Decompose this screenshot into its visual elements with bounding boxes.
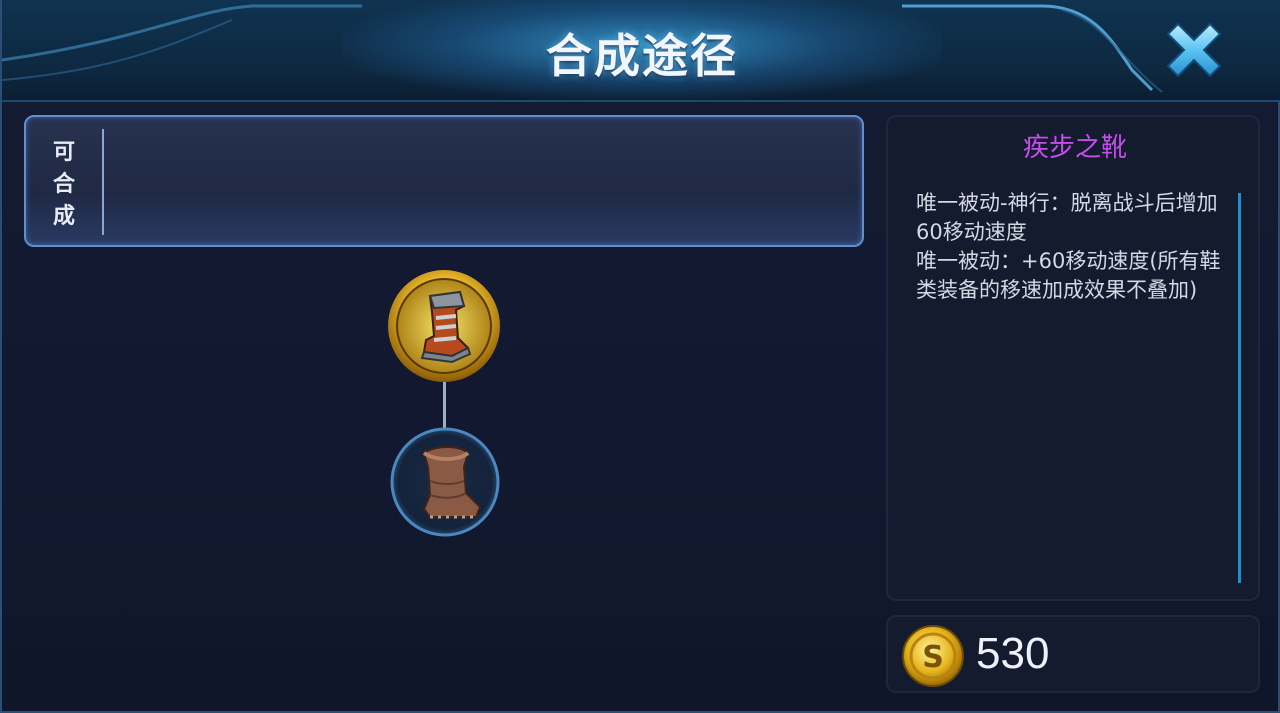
description-scrollbar[interactable]	[1238, 193, 1241, 583]
close-icon	[1166, 22, 1222, 78]
item-node-swift-boots[interactable]	[386, 268, 502, 384]
description-line: 唯一被动-神行：脱离战斗后增加60移动速度	[916, 191, 1218, 244]
close-button[interactable]	[1158, 14, 1230, 86]
price-value: 530	[976, 629, 1050, 678]
swift-boots-icon	[388, 270, 500, 382]
item-description: 唯一被动-神行：脱离战斗后增加60移动速度 唯一被动：+60移动速度(所有鞋类装…	[916, 189, 1236, 305]
item-info-panel: 疾步之靴 唯一被动-神行：脱离战斗后增加60移动速度 唯一被动：+60移动速度(…	[886, 115, 1260, 601]
description-line: 唯一被动：+60移动速度(所有鞋类装备的移速加成效果不叠加)	[916, 249, 1221, 302]
header-bar: 合成途径	[2, 0, 1280, 102]
item-name: 疾步之靴	[1022, 133, 1127, 163]
svg-text:S: S	[922, 640, 944, 675]
gold-coin-icon: S	[902, 625, 964, 687]
divider	[102, 129, 104, 235]
price-panel: S 530	[886, 615, 1260, 693]
tree-connector-line	[443, 382, 446, 430]
item-node-basic-boots[interactable]	[390, 427, 500, 537]
label-char: 合	[52, 172, 75, 197]
label-char: 可	[52, 140, 75, 165]
basic-boots-icon	[390, 427, 500, 537]
item-synthesis-screen: 合成途径 可 合 成 疾步之靴 唯一被动-神行：脱离战斗后增加60移动速度 唯一…	[0, 0, 1280, 713]
synthesizable-label: 可 合 成	[46, 137, 82, 233]
page-title: 合成途径	[546, 29, 738, 83]
synthesizable-panel: 可 合 成	[24, 115, 864, 247]
label-char: 成	[52, 204, 75, 229]
